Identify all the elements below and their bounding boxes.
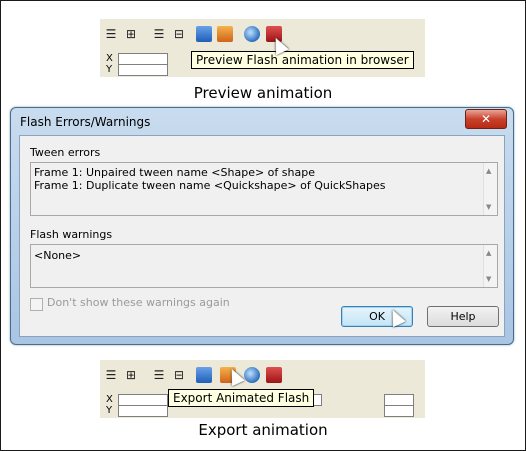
preview-tooltip: Preview Flash animation in browser [191,51,414,69]
dont-show-label: Don't show these warnings again [47,296,230,309]
preview-flash-icon[interactable] [266,367,282,383]
scroll-down-icon[interactable]: ▼ [486,275,491,283]
export-caption: Export animation [198,421,328,439]
export-tooltip: Export Animated Flash [168,389,315,407]
top-toolbar: ☰ ⊞ ☰ ⊟ X Y Preview Flash animation in b… [100,19,425,77]
y-field[interactable] [118,64,168,76]
x-label: X [106,394,113,405]
tween-errors-scrollbar[interactable]: ▲ ▼ [483,163,497,215]
web-icon[interactable] [244,26,260,42]
flash-errors-dialog: Flash Errors/Warnings ✕ Tween errors Fra… [10,107,514,345]
flash-icon[interactable] [196,26,212,42]
bottom-toolbar: ☰ ⊞ ☰ ⊟ X Y Export Animated Flash [100,360,425,418]
dialog-title: Flash Errors/Warnings [20,115,151,129]
preview-caption: Preview animation [193,84,333,102]
scroll-up-icon[interactable]: ▲ [486,167,491,175]
distribute-icon[interactable]: ⊞ [122,366,140,384]
close-button[interactable]: ✕ [465,109,507,129]
field-right-2[interactable] [384,405,414,417]
align-left-icon[interactable]: ☰ [150,25,168,43]
distribute-vertical-icon[interactable]: ⊟ [170,366,188,384]
align-left-icon[interactable]: ☰ [150,366,168,384]
align-icon[interactable]: ☰ [102,25,120,43]
flash-warnings-list[interactable]: <None> ▲ ▼ [30,244,498,288]
y-label: Y [106,405,113,416]
help-button[interactable]: Help [427,306,499,327]
distribute-vertical-icon[interactable]: ⊟ [170,25,188,43]
list-item: Frame 1: Unpaired tween name <Shape> of … [34,166,315,179]
y-field[interactable] [118,405,168,417]
tween-errors-list[interactable]: Frame 1: Unpaired tween name <Shape> of … [30,162,498,216]
dialog-titlebar[interactable]: Flash Errors/Warnings ✕ [11,108,513,136]
dont-show-checkbox[interactable] [30,298,43,311]
distribute-icon[interactable]: ⊞ [122,25,140,43]
list-item: <None> [34,249,82,262]
flash-warnings-scrollbar[interactable]: ▲ ▼ [483,245,497,287]
flash-warnings-label: Flash warnings [30,228,113,241]
scroll-down-icon[interactable]: ▼ [486,203,491,211]
tween-errors-label: Tween errors [30,146,101,159]
export-icon[interactable] [217,26,233,42]
flash-icon[interactable] [196,367,212,383]
web-icon[interactable] [244,367,260,383]
y-label: Y [106,64,113,75]
scroll-up-icon[interactable]: ▲ [486,249,491,257]
list-item: Frame 1: Duplicate tween name <Quickshap… [34,179,386,192]
x-label: X [106,53,113,64]
align-icon[interactable]: ☰ [102,366,120,384]
dialog-body: Tween errors Frame 1: Unpaired tween nam… [19,135,505,337]
